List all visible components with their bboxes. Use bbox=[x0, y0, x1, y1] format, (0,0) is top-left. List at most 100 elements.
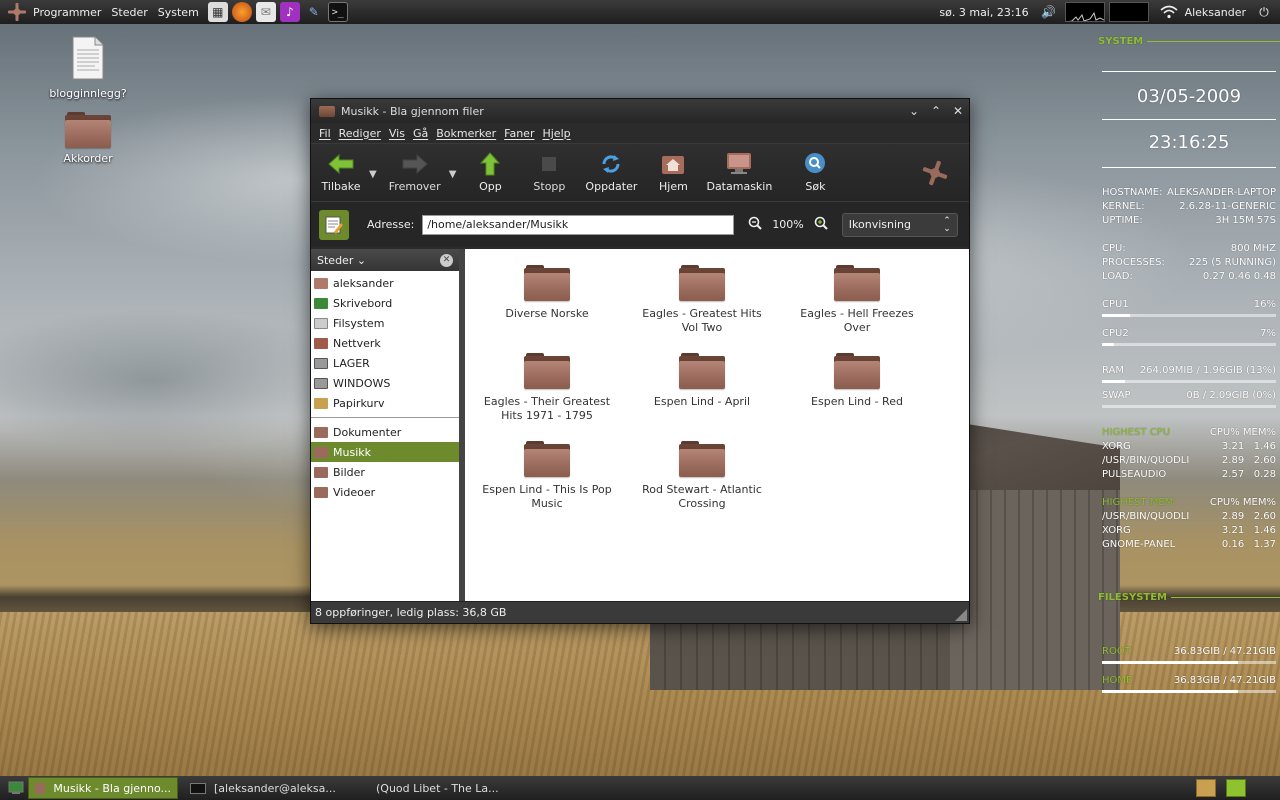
address-input[interactable] bbox=[422, 214, 735, 235]
taskbar-item-file-manager[interactable]: Musikk - Bla gjenno... bbox=[28, 777, 178, 799]
minimize-button[interactable]: ⌄ bbox=[903, 101, 925, 121]
text-editor-launcher-icon[interactable]: ✎ bbox=[304, 2, 324, 22]
menu-bookmarks[interactable]: Bokmerker bbox=[432, 127, 500, 140]
menu-system[interactable]: System bbox=[153, 6, 204, 19]
folder-label: Eagles - Their Greatest Hits 1971 - 1795 bbox=[483, 395, 611, 422]
conky-label: LOAD: bbox=[1102, 271, 1133, 282]
folder-item[interactable]: Diverse Norske bbox=[481, 265, 613, 321]
menu-places[interactable]: Steder bbox=[106, 6, 152, 19]
stop-button[interactable]: Stopp bbox=[518, 144, 580, 202]
sidebar-item-label: Skrivebord bbox=[333, 296, 393, 310]
sidebar-item-home[interactable]: aleksander bbox=[311, 273, 459, 293]
workspace-1[interactable] bbox=[1196, 779, 1216, 797]
user-switcher[interactable]: Aleksander bbox=[1185, 6, 1246, 19]
file-icon-view: Diverse Norske Eagles - Greatest Hits Vo… bbox=[465, 249, 969, 602]
sidebar-item-trash[interactable]: Papirkurv bbox=[311, 393, 459, 413]
mail-launcher-icon[interactable]: ✉ bbox=[255, 2, 276, 22]
reload-button[interactable]: Oppdater bbox=[580, 144, 642, 202]
zoom-in-icon[interactable] bbox=[814, 216, 828, 233]
close-button[interactable]: ✕ bbox=[947, 101, 969, 121]
firefox-launcher-icon[interactable] bbox=[231, 2, 252, 22]
panel-clock[interactable]: sø. 3 mai, 23:16 bbox=[939, 6, 1028, 19]
sidebar-bookmark-music[interactable]: Musikk bbox=[311, 442, 459, 462]
forward-button[interactable]: Fremover bbox=[383, 144, 447, 202]
back-button[interactable]: Tilbake bbox=[315, 144, 367, 202]
maximize-button[interactable]: ⌃ bbox=[925, 101, 947, 121]
sidebar-item-filesystem[interactable]: Filsystem bbox=[311, 313, 459, 333]
folder-label: Espen Lind - April bbox=[653, 395, 751, 408]
desktop-icon-akkorder[interactable]: Akkorder bbox=[43, 112, 133, 165]
conky-time: 23:16:25 bbox=[1148, 132, 1230, 153]
system-monitor-graph[interactable] bbox=[1064, 2, 1105, 22]
taskbar-item-quod-libet[interactable]: (Quod Libet - The La... bbox=[346, 777, 506, 799]
search-button[interactable]: Søk bbox=[784, 144, 846, 202]
sidebar-bookmark-documents[interactable]: Dokumenter bbox=[311, 422, 459, 442]
folder-icon bbox=[35, 782, 46, 794]
sidebar-item-windows[interactable]: WINDOWS bbox=[311, 373, 459, 393]
network-monitor-graph[interactable] bbox=[1108, 2, 1149, 22]
back-history-chevron-down-icon[interactable]: ▼ bbox=[369, 165, 377, 180]
folder-icon bbox=[314, 466, 328, 478]
up-label: Opp bbox=[479, 180, 502, 193]
search-label: Søk bbox=[805, 180, 826, 193]
window-titlebar[interactable]: Musikk - Bla gjennom filer ⌄ ⌃ ✕ bbox=[311, 99, 969, 123]
updown-chevron-icon: ⌃ ⌄ bbox=[943, 215, 951, 234]
home-button[interactable]: Hjem bbox=[642, 144, 704, 202]
computer-button[interactable]: Datamaskin bbox=[704, 144, 774, 202]
desktop-icon-blogginnlegg[interactable]: blogginnlegg? bbox=[43, 36, 133, 100]
media-player-launcher-icon[interactable]: ♪ bbox=[279, 2, 300, 22]
zoom-out-icon[interactable] bbox=[748, 216, 763, 233]
sidebar-close-icon[interactable]: ✕ bbox=[440, 253, 453, 267]
workspace-2[interactable] bbox=[1226, 779, 1246, 797]
folder-icon bbox=[524, 353, 570, 389]
folder-item[interactable]: Rod Stewart - Atlantic Crossing bbox=[636, 441, 768, 511]
distro-logo-icon[interactable] bbox=[6, 1, 28, 23]
menu-help[interactable]: Hjelp bbox=[538, 127, 574, 140]
sidebar-bookmark-videos[interactable]: Videoer bbox=[311, 482, 459, 502]
show-desktop-icon[interactable] bbox=[6, 779, 26, 797]
computer-icon bbox=[727, 153, 752, 174]
resize-grip-icon[interactable] bbox=[955, 609, 967, 621]
folder-item[interactable]: Eagles - Greatest Hits Vol Two bbox=[636, 265, 768, 335]
taskbar-item-terminal[interactable]: [aleksander@aleksa... bbox=[184, 777, 344, 799]
conky-cpu-freq: 800 MHZ bbox=[1230, 243, 1276, 254]
volume-icon[interactable]: 🔊 bbox=[1039, 2, 1059, 22]
file-manager-window: Musikk - Bla gjennom filer ⌄ ⌃ ✕ Fil Red… bbox=[310, 98, 970, 624]
folder-item[interactable]: Espen Lind - Red bbox=[791, 353, 923, 409]
power-icon[interactable]: ⏻ bbox=[1254, 2, 1274, 22]
folder-item[interactable]: Eagles - Their Greatest Hits 1971 - 1795 bbox=[481, 353, 613, 423]
folder-item[interactable]: Espen Lind - April bbox=[636, 353, 768, 409]
conky-highest-mem-title: HIGHEST MEM bbox=[1102, 497, 1174, 508]
folder-label: Rod Stewart - Atlantic Crossing bbox=[642, 483, 762, 510]
zoom-level[interactable]: 100% bbox=[772, 218, 803, 231]
menu-applications[interactable]: Programmer bbox=[28, 6, 106, 19]
calculator-launcher-icon[interactable]: ▦ bbox=[207, 2, 228, 22]
sidebar-item-lager[interactable]: LAGER bbox=[311, 353, 459, 373]
forward-history-chevron-down-icon[interactable]: ▼ bbox=[449, 165, 457, 180]
sidebar-header[interactable]: Steder ⌄ ✕ bbox=[311, 249, 459, 271]
forward-label: Fremover bbox=[388, 180, 441, 193]
edit-location-icon[interactable] bbox=[319, 209, 349, 240]
menu-edit[interactable]: Rediger bbox=[335, 127, 385, 140]
folder-icon bbox=[679, 353, 725, 389]
sidebar-item-label: Papirkurv bbox=[333, 396, 385, 410]
folder-item[interactable]: Eagles - Hell Freezes Over bbox=[791, 265, 923, 335]
window-title: Musikk - Bla gjennom filer bbox=[341, 104, 484, 118]
folder-item[interactable]: Espen Lind - This Is Pop Music bbox=[481, 441, 613, 511]
menu-file[interactable]: Fil bbox=[315, 127, 335, 140]
sidebar-bookmark-pictures[interactable]: Bilder bbox=[311, 462, 459, 482]
conky-ram: 264.09MIB / 1.96GIB (13%) bbox=[1139, 365, 1276, 376]
menu-view[interactable]: Vis bbox=[385, 127, 409, 140]
menu-tabs[interactable]: Faner bbox=[500, 127, 538, 140]
folder-label: Espen Lind - This Is Pop Music bbox=[482, 483, 612, 510]
up-button[interactable]: Opp bbox=[462, 144, 518, 202]
terminal-launcher-icon[interactable]: >_ bbox=[327, 2, 348, 22]
conky-date: 03/05-2009 bbox=[1136, 86, 1242, 107]
menu-go[interactable]: Gå bbox=[409, 127, 432, 140]
wifi-icon[interactable] bbox=[1159, 2, 1179, 22]
task-label: [aleksander@aleksa... bbox=[214, 781, 336, 795]
sidebar-item-desktop[interactable]: Skrivebord bbox=[311, 293, 459, 313]
view-mode-select[interactable]: Ikonvisning ⌃ ⌄ bbox=[841, 212, 958, 237]
sidebar-item-network[interactable]: Nettverk bbox=[311, 333, 459, 353]
folder-icon bbox=[524, 441, 570, 477]
